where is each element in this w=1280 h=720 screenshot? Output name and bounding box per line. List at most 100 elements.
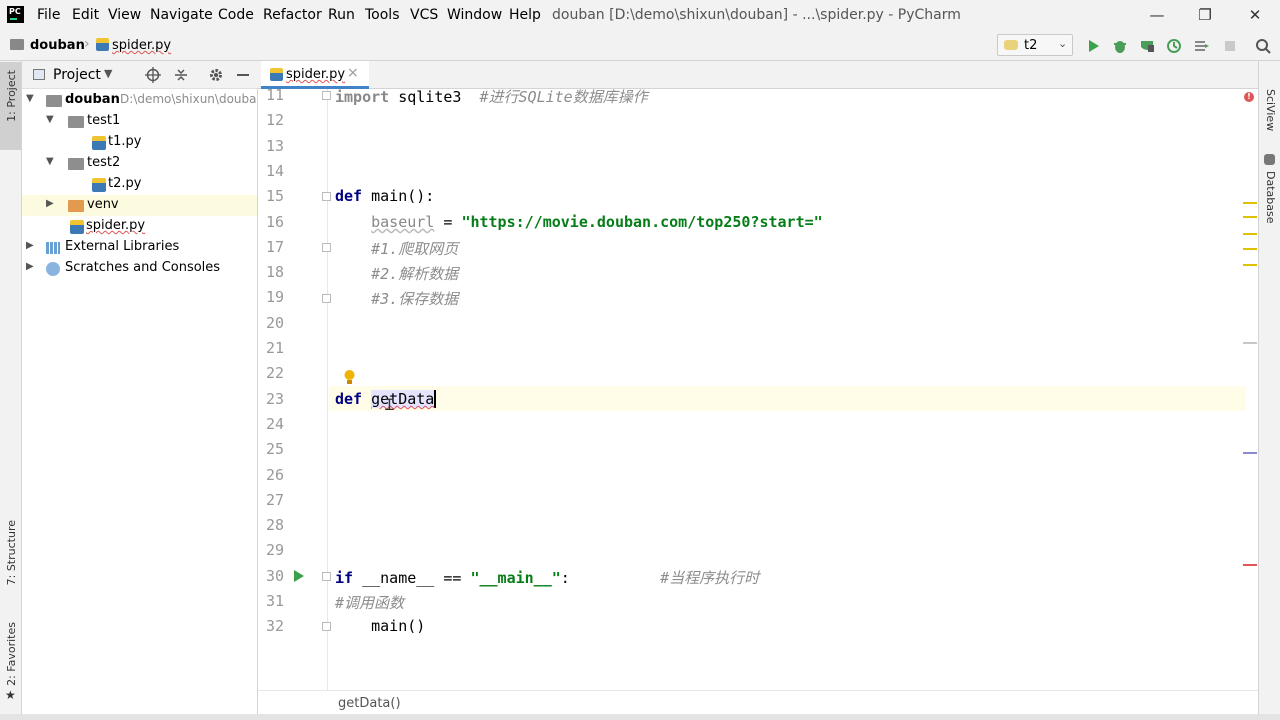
tree-item-test1[interactable]: ▼ test1 bbox=[22, 111, 257, 132]
project-tool-button[interactable]: 1: Project bbox=[0, 62, 21, 150]
line-number: 27 bbox=[265, 491, 284, 509]
menu-edit[interactable]: Edit bbox=[72, 7, 99, 23]
fold-marker[interactable] bbox=[322, 622, 331, 631]
code-line[interactable]: main() bbox=[335, 617, 425, 635]
menu-view[interactable]: View bbox=[108, 7, 141, 23]
line-number: 32 bbox=[265, 617, 284, 635]
code-line[interactable]: if __name__ == "__main__": #当程序执行时 bbox=[335, 567, 759, 588]
minimize-button[interactable]: — bbox=[1134, 3, 1180, 27]
warning-mark[interactable] bbox=[1243, 216, 1257, 218]
line-number: 15 bbox=[265, 187, 284, 205]
chevron-down-icon[interactable]: ▼ bbox=[26, 93, 34, 104]
tree-item-venv[interactable]: ▶ venv bbox=[22, 195, 257, 216]
horizontal-scrollbar[interactable] bbox=[0, 714, 1280, 720]
locate-icon[interactable] bbox=[145, 67, 161, 83]
tab-spider-py[interactable]: spider.py × bbox=[261, 61, 369, 89]
tree-label: douban bbox=[65, 92, 120, 107]
fold-marker[interactable] bbox=[322, 294, 331, 303]
chevron-down-icon[interactable]: ▼ bbox=[46, 156, 54, 167]
profile-icon[interactable] bbox=[1166, 38, 1182, 54]
tree-item-douban[interactable]: ▼ douban D:\demo\shixun\douban bbox=[22, 90, 257, 111]
chevron-right-icon[interactable]: ▶ bbox=[46, 198, 54, 209]
breadcrumb-file[interactable]: spider.py bbox=[112, 38, 171, 53]
code-line[interactable]: #2.解析数据 bbox=[335, 263, 458, 284]
code-token: main() bbox=[335, 617, 426, 635]
project-view-icon bbox=[33, 69, 45, 80]
concurrency-icon[interactable] bbox=[1194, 38, 1210, 54]
tree-item-scratches[interactable]: ▶ Scratches and Consoles bbox=[22, 258, 257, 279]
menu-help[interactable]: Help bbox=[509, 7, 541, 23]
code-token: import bbox=[335, 88, 390, 106]
close-button[interactable]: ✕ bbox=[1232, 3, 1278, 27]
pycharm-logo-icon[interactable]: PC bbox=[7, 6, 24, 23]
tree-path: D:\demo\shixun\douban bbox=[120, 92, 257, 106]
menu-navigate[interactable]: Navigate bbox=[150, 7, 213, 23]
editor-scrollbar[interactable] bbox=[1246, 89, 1256, 644]
menu-refactor[interactable]: Refactor bbox=[263, 7, 322, 23]
collapse-all-icon[interactable] bbox=[173, 67, 189, 83]
code-line[interactable]: #调用函数 bbox=[335, 592, 404, 613]
favorites-tool-button[interactable]: 2: Favorites ★ bbox=[0, 622, 21, 712]
database-tool-button[interactable]: Database bbox=[1264, 171, 1277, 224]
fold-marker[interactable] bbox=[322, 572, 331, 581]
restore-button[interactable]: ❐ bbox=[1182, 3, 1228, 27]
code-line[interactable]: #3.保存数据 bbox=[335, 288, 458, 309]
search-icon[interactable] bbox=[1255, 38, 1271, 54]
chevron-down-icon[interactable]: ▼ bbox=[104, 67, 112, 80]
tree-item-t1-py[interactable]: t1.py bbox=[22, 132, 257, 153]
lightbulb-icon[interactable] bbox=[343, 369, 356, 386]
chevron-down-icon[interactable]: ▼ bbox=[46, 114, 54, 125]
run-icon[interactable] bbox=[1086, 38, 1102, 54]
tree-item-external-libraries[interactable]: ▶ External Libraries bbox=[22, 237, 257, 258]
line-number: 18 bbox=[265, 263, 284, 281]
fold-marker[interactable] bbox=[322, 91, 331, 100]
code-line[interactable]: def main(): bbox=[335, 187, 434, 205]
code-token: if bbox=[335, 569, 354, 587]
chevron-right-icon[interactable]: ▶ bbox=[26, 261, 34, 272]
tree-item-t2-py[interactable]: t2.py bbox=[22, 174, 257, 195]
menu-window[interactable]: Window bbox=[447, 7, 502, 23]
warning-mark[interactable] bbox=[1243, 233, 1257, 235]
close-icon[interactable]: × bbox=[347, 65, 359, 81]
debug-icon[interactable] bbox=[1112, 38, 1128, 54]
code-line[interactable]: #1.爬取网页 bbox=[335, 238, 458, 259]
menu-run[interactable]: Run bbox=[328, 7, 355, 23]
tree-item-spider-py[interactable]: spider.py bbox=[22, 216, 257, 237]
fold-marker[interactable] bbox=[322, 243, 331, 252]
coverage-icon[interactable] bbox=[1139, 38, 1155, 54]
python-file-icon bbox=[270, 68, 283, 81]
sciview-tool-button[interactable]: SciView bbox=[1264, 89, 1277, 131]
venv-folder-icon bbox=[68, 200, 84, 212]
line-number: 28 bbox=[265, 516, 284, 534]
warning-mark[interactable] bbox=[1243, 202, 1257, 204]
database-icon bbox=[1264, 154, 1275, 165]
structure-tool-button[interactable]: 7: Structure bbox=[0, 520, 21, 602]
menu-vcs[interactable]: VCS bbox=[410, 7, 438, 23]
run-config-select[interactable]: t2 ⌄ bbox=[997, 34, 1073, 56]
tree-label: test2 bbox=[87, 155, 121, 170]
gear-icon[interactable] bbox=[208, 67, 224, 83]
menu-tools[interactable]: Tools bbox=[365, 7, 400, 23]
error-mark[interactable] bbox=[1243, 564, 1257, 566]
tree-item-test2[interactable]: ▼ test2 bbox=[22, 153, 257, 174]
breadcrumb-separator: › bbox=[84, 36, 90, 52]
tree-label: test1 bbox=[87, 113, 121, 128]
editor-breadcrumb[interactable]: getData() bbox=[338, 696, 401, 711]
code-line[interactable]: import sqlite3 #进行SQLite数据库操作 bbox=[335, 86, 648, 107]
hide-panel-icon[interactable] bbox=[235, 67, 251, 83]
menu-code[interactable]: Code bbox=[218, 7, 254, 23]
breadcrumb-project[interactable]: douban bbox=[30, 38, 85, 53]
warning-mark[interactable] bbox=[1243, 264, 1257, 266]
project-view-select[interactable]: Project bbox=[53, 67, 101, 83]
stop-icon[interactable] bbox=[1222, 38, 1238, 54]
code-line[interactable]: baseurl = "https://movie.douban.com/top2… bbox=[335, 213, 823, 231]
chevron-right-icon[interactable]: ▶ bbox=[26, 240, 34, 251]
python-file-icon bbox=[96, 38, 109, 51]
menu-file[interactable]: File bbox=[37, 7, 60, 23]
run-gutter-icon[interactable] bbox=[293, 569, 305, 583]
fold-marker[interactable] bbox=[322, 192, 331, 201]
line-number: 26 bbox=[265, 466, 284, 484]
line-number: 29 bbox=[265, 541, 284, 559]
warning-mark[interactable] bbox=[1243, 248, 1257, 250]
